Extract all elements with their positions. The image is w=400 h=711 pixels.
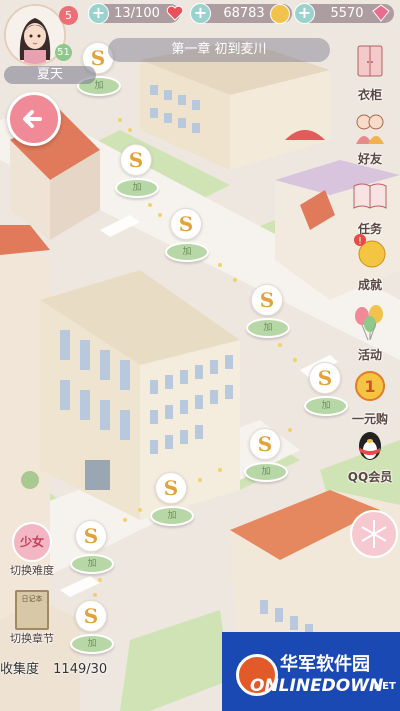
arrow-left-icon bbox=[23, 110, 42, 128]
side-menu-label: 好友 bbox=[357, 152, 382, 166]
wardrobe-button[interactable]: 衣柜 bbox=[340, 42, 400, 103]
side-menu-label: 成就 bbox=[357, 278, 382, 292]
achievement-button[interactable]: ! 成就 bbox=[340, 232, 400, 293]
player-name: 夏天 bbox=[4, 66, 96, 84]
notification-badge: 5 bbox=[59, 6, 78, 25]
wardrobe-icon bbox=[357, 45, 383, 77]
watermark-title: 华军软件园 bbox=[280, 654, 370, 675]
qq-penguin-icon bbox=[359, 432, 381, 460]
level-node-coin: 加 bbox=[70, 634, 114, 654]
level-node-coin: 加 bbox=[115, 178, 159, 198]
level-node-letter: S bbox=[155, 472, 187, 504]
level-node-letter: S bbox=[75, 520, 107, 552]
qq-vip-button[interactable]: QQ会员 bbox=[340, 424, 400, 485]
watermark-suffix: .NET bbox=[370, 681, 396, 692]
friends-button[interactable]: 好友 bbox=[340, 106, 400, 167]
chapter-title: 第一章 初到麦川 bbox=[108, 38, 330, 62]
tasks-button[interactable]: 任务 bbox=[340, 176, 400, 237]
level-node-coin: 加 bbox=[246, 318, 290, 338]
level-node-coin: 加 bbox=[244, 462, 288, 482]
level-node-letter: S bbox=[249, 428, 281, 460]
watermark-subtitle: ONLINEDOWN bbox=[250, 676, 384, 696]
events-button[interactable]: 活动 bbox=[340, 302, 400, 363]
svg-text:1: 1 bbox=[364, 377, 375, 396]
coin-icon bbox=[270, 4, 290, 24]
level-node-8[interactable]: S 加 bbox=[68, 520, 114, 578]
side-menu-label: 衣柜 bbox=[357, 88, 382, 102]
level-node-letter: S bbox=[120, 144, 152, 176]
level-node-6[interactable]: S 加 bbox=[242, 428, 288, 486]
level-node-4[interactable]: S 加 bbox=[244, 284, 290, 342]
level-node-letter: S bbox=[251, 284, 283, 316]
level-node-7[interactable]: S 加 bbox=[148, 472, 194, 530]
level-node-coin: 加 bbox=[165, 242, 209, 262]
book-icon bbox=[353, 183, 387, 209]
one-yuan-button[interactable]: 1 一元购 bbox=[340, 366, 400, 427]
level-node-letter: S bbox=[309, 362, 341, 394]
gem-icon bbox=[372, 4, 390, 22]
level-node-letter: S bbox=[75, 600, 107, 632]
level-node-coin: 加 bbox=[150, 506, 194, 526]
side-menu-label: 活动 bbox=[357, 348, 382, 362]
back-button[interactable] bbox=[7, 92, 61, 146]
one-yuan-icon: 1 bbox=[355, 371, 385, 401]
balloons-icon bbox=[355, 305, 383, 341]
level-node-3[interactable]: S 加 bbox=[163, 208, 209, 266]
chapter-book-icon: 日记本 bbox=[15, 590, 49, 630]
difficulty-badge: 少女 bbox=[12, 522, 52, 562]
switch-difficulty-button[interactable]: 少女 切换难度 bbox=[2, 522, 62, 578]
friends-icon bbox=[356, 114, 384, 144]
collection-progress: 收集度 1149/30 bbox=[0, 658, 107, 677]
switch-chapter-label: 切换章节 bbox=[10, 632, 54, 645]
switch-chapter-button[interactable]: 日记本 切换章节 bbox=[2, 590, 62, 646]
snowflake-icon[interactable] bbox=[350, 510, 398, 558]
add-gems-button[interactable]: + bbox=[294, 3, 315, 24]
svg-text:!: ! bbox=[358, 236, 362, 247]
add-coins-button[interactable]: + bbox=[190, 3, 211, 24]
level-node-letter: S bbox=[170, 208, 202, 240]
add-stamina-button[interactable]: + bbox=[88, 3, 109, 24]
level-node-9[interactable]: S 加 bbox=[68, 600, 114, 658]
player-level-badge: 51 bbox=[55, 44, 72, 61]
collection-value: 1149/30 bbox=[53, 662, 108, 677]
heart-icon bbox=[166, 5, 184, 21]
level-node-2[interactable]: S 加 bbox=[113, 144, 159, 202]
achievement-icon: ! bbox=[354, 234, 386, 268]
switch-difficulty-label: 切换难度 bbox=[10, 564, 54, 577]
level-node-coin: 加 bbox=[70, 554, 114, 574]
watermark-logo: 华军软件园 ONLINEDOWN .NET bbox=[222, 632, 400, 711]
collection-label: 收集度 bbox=[0, 662, 40, 677]
side-menu-label: QQ会员 bbox=[347, 470, 393, 484]
